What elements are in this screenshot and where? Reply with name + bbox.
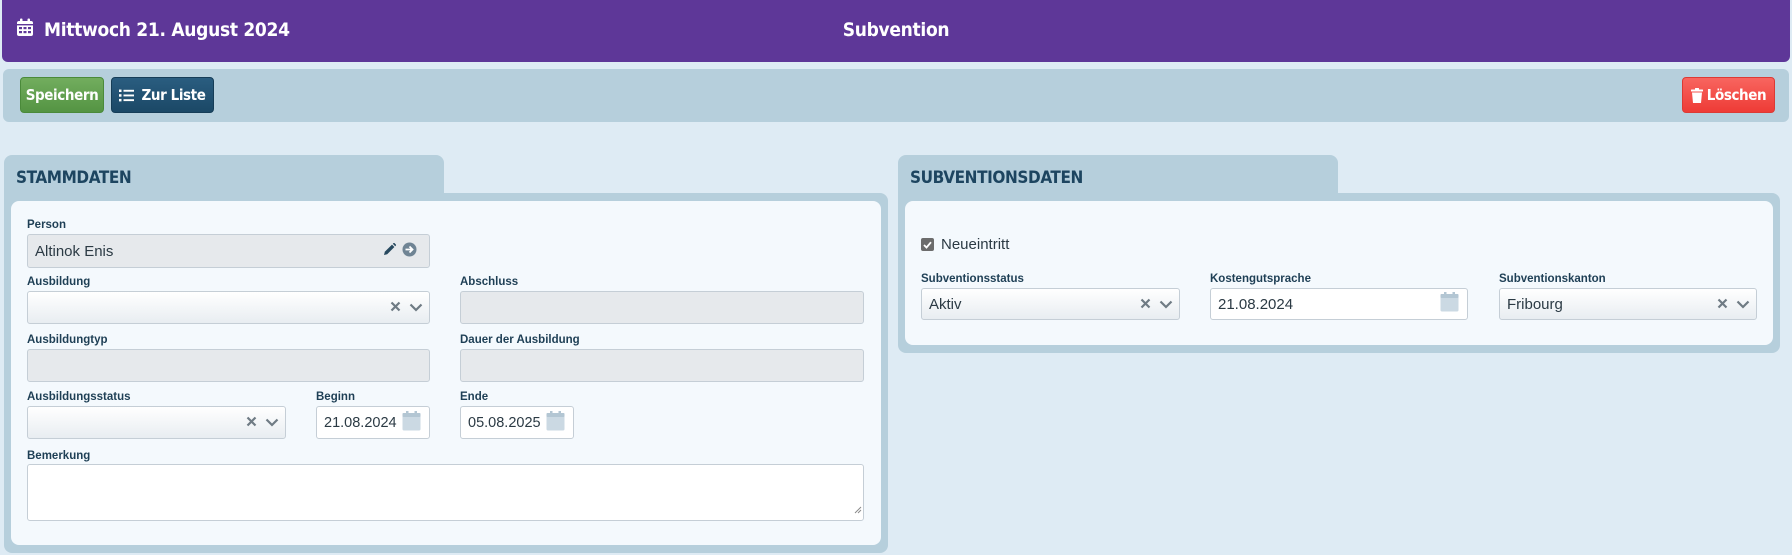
kostengutsprache-date-field[interactable]: 21.08.2024 — [1210, 288, 1468, 320]
to-list-button[interactable]: Zur Liste — [111, 77, 214, 113]
beginn-label: Beginn — [316, 391, 355, 403]
clear-x-icon[interactable] — [390, 299, 401, 316]
clear-x-icon[interactable] — [246, 414, 257, 431]
kostengutsprache-label: Kostengutsprache — [1210, 273, 1311, 285]
dauer-label: Dauer der Ausbildung — [460, 334, 580, 346]
bemerkung-label: Bemerkung — [27, 450, 91, 462]
subventionsdaten-title: SUBVENTIONSDATEN — [910, 168, 1083, 188]
neueintritt-checkbox[interactable] — [921, 238, 934, 251]
stammdaten-title: STAMMDATEN — [16, 168, 132, 188]
ausbildung-select[interactable] — [27, 291, 430, 324]
chevron-down-icon[interactable] — [409, 299, 423, 316]
save-button[interactable]: Speichern — [20, 77, 104, 113]
ausbildungtyp-field[interactable] — [27, 349, 430, 382]
dauer-field[interactable] — [460, 349, 864, 382]
arrow-right-circle-icon[interactable] — [402, 242, 417, 261]
subventionsstatus-value: Aktiv — [929, 295, 962, 313]
pencil-icon[interactable] — [383, 242, 397, 260]
tab-stammdaten: STAMMDATEN — [4, 155, 444, 195]
person-label: Person — [27, 219, 66, 231]
neueintritt-label[interactable]: Neueintritt — [941, 236, 1009, 253]
to-list-button-label: Zur Liste — [141, 86, 206, 104]
subventionskanton-label: Subventionskanton — [1499, 273, 1606, 285]
save-button-label: Speichern — [25, 86, 99, 104]
clear-x-icon[interactable] — [1140, 296, 1151, 313]
tab-subventionsdaten: SUBVENTIONSDATEN — [898, 155, 1338, 195]
page-title: Subvention — [842, 19, 950, 41]
ausbildungsstatus-select[interactable] — [27, 406, 286, 439]
abschluss-field[interactable] — [460, 291, 864, 324]
chevron-down-icon[interactable] — [265, 414, 279, 431]
subventionsstatus-select[interactable]: Aktiv — [921, 288, 1180, 320]
beginn-date-field[interactable]: 21.08.2024 — [316, 406, 430, 439]
clear-x-icon[interactable] — [1717, 296, 1728, 313]
delete-button[interactable]: Löschen — [1682, 77, 1775, 113]
app-header: Mittwoch 21. August 2024 Subvention — [2, 0, 1790, 62]
person-value: Altinok Enis — [35, 242, 114, 260]
trash-icon — [1690, 87, 1703, 103]
ausbildungtyp-label: Ausbildungtyp — [27, 334, 108, 346]
ausbildungsstatus-label: Ausbildungsstatus — [27, 391, 131, 403]
toolbar: Speichern Zur Liste Löschen — [3, 69, 1789, 122]
ende-label: Ende — [460, 391, 489, 403]
chevron-down-icon[interactable] — [1736, 296, 1750, 313]
chevron-down-icon[interactable] — [1159, 296, 1173, 313]
ende-date-field[interactable]: 05.08.2025 — [460, 406, 574, 439]
kostengutsprache-value: 21.08.2024 — [1218, 295, 1294, 313]
calendar-icon[interactable] — [546, 410, 565, 435]
bemerkung-textarea[interactable] — [27, 464, 864, 521]
ende-value: 05.08.2025 — [468, 414, 541, 431]
person-field[interactable]: Altinok Enis — [27, 234, 430, 268]
checkmark-icon — [923, 236, 932, 254]
abschluss-label: Abschluss — [460, 276, 519, 288]
subventionsstatus-label: Subventionsstatus — [921, 273, 1024, 285]
ausbildung-label: Ausbildung — [27, 276, 91, 288]
subventionsdaten-content — [905, 201, 1773, 345]
subventionskanton-value: Fribourg — [1507, 295, 1563, 313]
subventionskanton-select[interactable]: Fribourg — [1499, 288, 1757, 320]
calendar-icon[interactable] — [1440, 292, 1459, 316]
resize-handle-icon[interactable] — [853, 501, 862, 519]
list-icon — [119, 89, 135, 102]
beginn-value: 21.08.2024 — [324, 414, 397, 431]
calendar-icon[interactable] — [402, 410, 421, 435]
delete-button-label: Löschen — [1706, 86, 1767, 104]
